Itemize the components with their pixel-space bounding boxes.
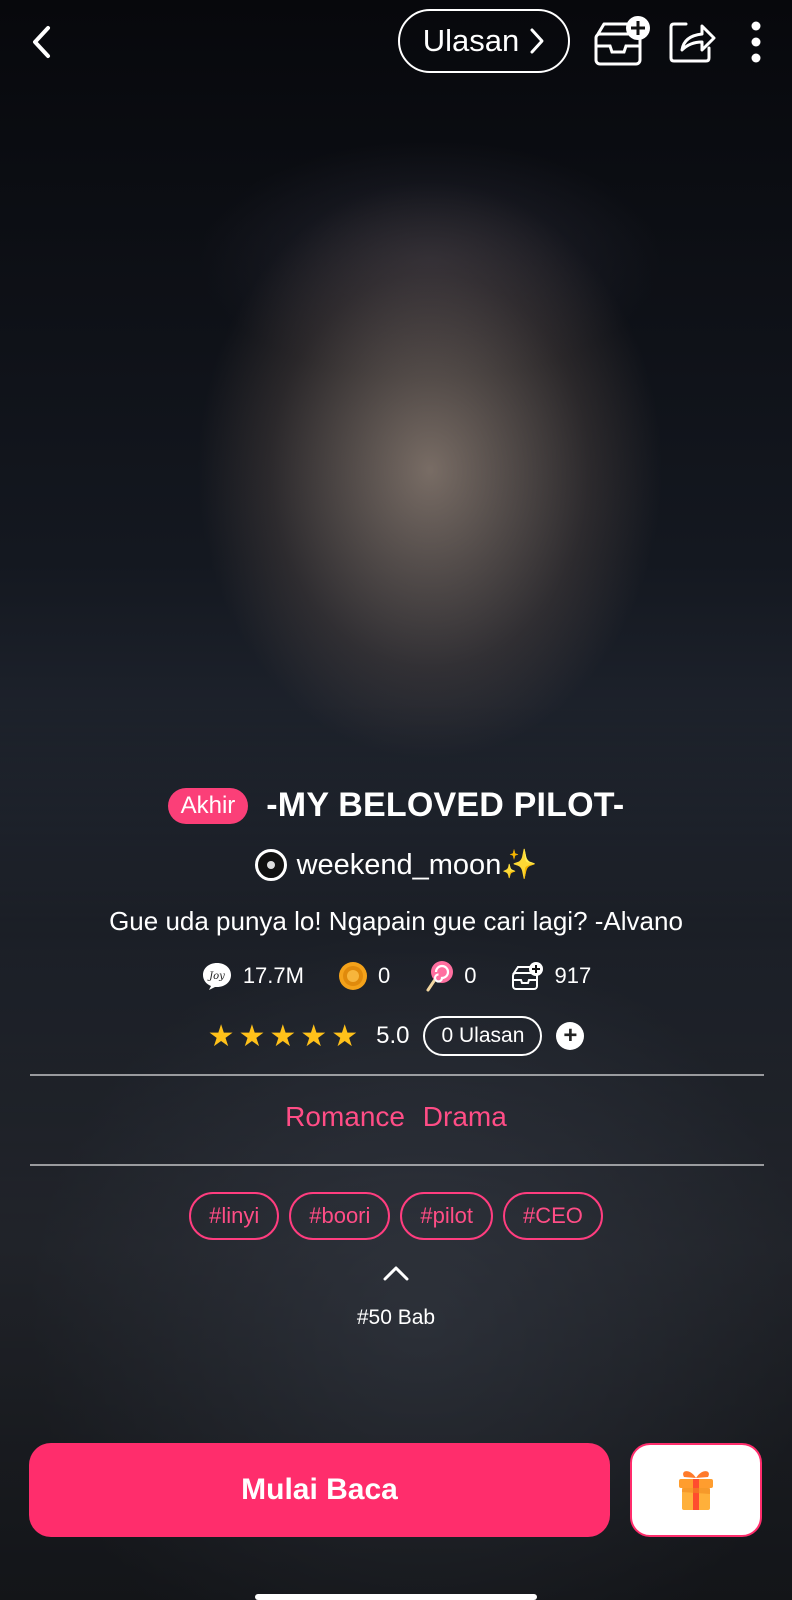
- coins-stat: 0: [338, 961, 390, 991]
- reviews-button[interactable]: Ulasan: [398, 9, 570, 73]
- coins-count: 0: [377, 963, 391, 988]
- reviews-count-pill[interactable]: 0 Ulasan: [423, 1016, 543, 1056]
- library-count: 917: [554, 963, 592, 988]
- divider: [30, 1074, 764, 1076]
- tag-ceo[interactable]: #CEO: [502, 1192, 603, 1240]
- add-review-icon[interactable]: +: [556, 1022, 585, 1050]
- chapter-count: #50 Bab: [356, 1306, 436, 1329]
- book-description: Gue uda punya lo! Ngapain gue cari lagi?…: [109, 906, 683, 936]
- more-options-icon[interactable]: [748, 20, 764, 64]
- author-avatar: [254, 849, 287, 881]
- candies-stat: 0: [424, 960, 476, 992]
- rating-score: 5.0: [376, 1022, 410, 1049]
- library-icon: [512, 962, 544, 990]
- joy-icon: Joy: [202, 963, 231, 990]
- share-icon[interactable]: [668, 18, 716, 64]
- gift-button[interactable]: [630, 1443, 762, 1537]
- candies-count: 0: [464, 963, 477, 988]
- add-to-library-icon[interactable]: [592, 14, 652, 70]
- svg-text:Joy: Joy: [207, 971, 225, 982]
- book-detail-screen: Ulasan Akhir -MY BELOVED PILOT- weekend_…: [0, 0, 792, 1600]
- tag-boori[interactable]: #boori: [289, 1192, 391, 1240]
- stats-row: Joy 17.7M 0 0 917: [0, 960, 792, 992]
- divider: [30, 1164, 764, 1166]
- top-bar: Ulasan: [0, 0, 792, 90]
- title-row: Akhir -MY BELOVED PILOT-: [0, 786, 792, 825]
- star-rating: ★★★★★: [207, 1019, 363, 1053]
- tag-pilot[interactable]: #pilot: [400, 1192, 493, 1240]
- lollipop-icon: [426, 961, 454, 992]
- reads-stat: Joy 17.7M: [201, 961, 304, 991]
- book-title: -MY BELOVED PILOT-: [266, 786, 625, 824]
- status-badge: Akhir: [167, 787, 249, 824]
- back-icon[interactable]: [26, 22, 58, 62]
- author-name: weekend_moon✨: [296, 849, 538, 881]
- gift-icon: [679, 1471, 713, 1510]
- author-row[interactable]: weekend_moon✨: [0, 848, 792, 882]
- tag-list: #linyi #boori #pilot #CEO: [0, 1192, 792, 1240]
- reads-count: 17.7M: [242, 963, 304, 988]
- coin-icon: [338, 962, 367, 990]
- chevron-up-icon[interactable]: [382, 1264, 410, 1282]
- reviews-button-label: Ulasan: [422, 23, 520, 58]
- chevron-right-icon: [530, 28, 544, 54]
- tag-linyi[interactable]: #linyi: [189, 1192, 280, 1240]
- home-indicator: [255, 1594, 537, 1600]
- start-reading-button[interactable]: Mulai Baca: [29, 1443, 610, 1537]
- genres: Romance Drama: [285, 1101, 507, 1132]
- library-stat: 917: [510, 961, 591, 991]
- rating-row: ★★★★★ 5.0 0 Ulasan +: [0, 1016, 792, 1056]
